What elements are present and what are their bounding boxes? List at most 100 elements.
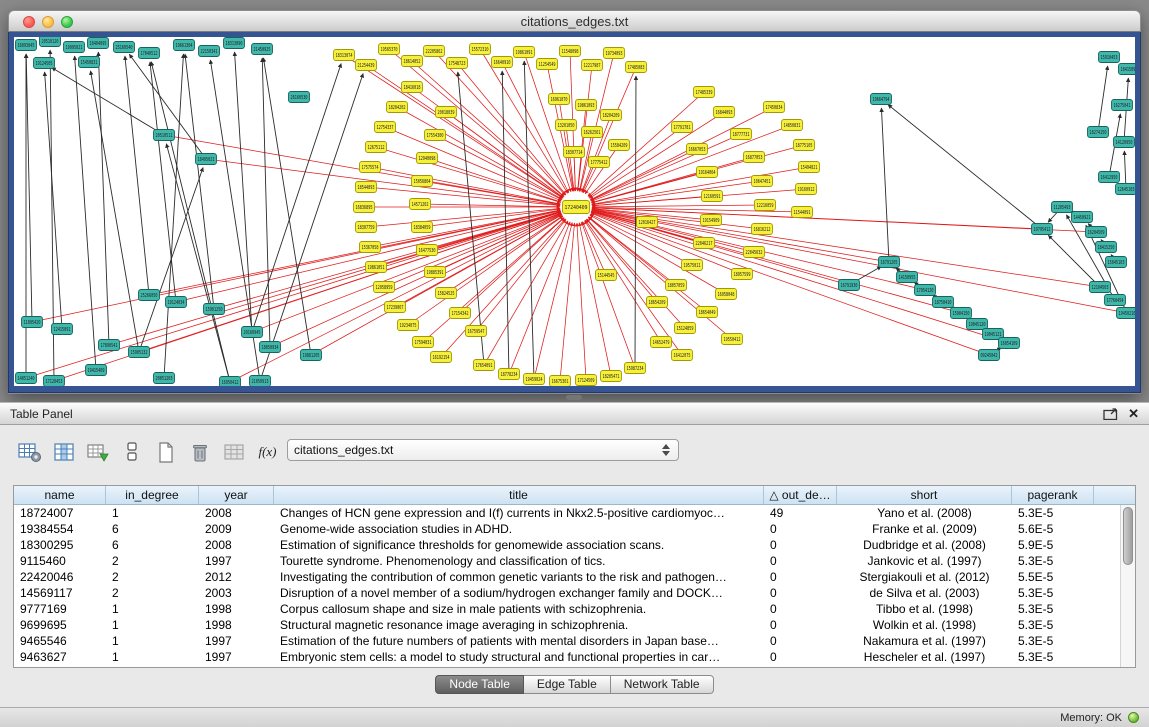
- column-header-year[interactable]: year: [199, 486, 274, 504]
- cell-in_degree[interactable]: 2: [106, 569, 199, 585]
- cell-pagerank[interactable]: 5.3E-5: [1012, 553, 1094, 569]
- cell-title[interactable]: Structural magnetic resonance image aver…: [274, 617, 764, 633]
- cell-short[interactable]: Franke et al. (2009): [837, 521, 1012, 537]
- column-header-title[interactable]: title: [274, 486, 764, 504]
- cell-pagerank[interactable]: 5.3E-5: [1012, 649, 1094, 665]
- table-row[interactable]: 969969511998Structural magnetic resonanc…: [14, 617, 1135, 633]
- cell-out_degree[interactable]: 0: [764, 617, 837, 633]
- table-source-dropdown[interactable]: citations_edges.txt: [287, 439, 679, 461]
- cell-title[interactable]: Estimation of significance thresholds fo…: [274, 537, 764, 553]
- table-row[interactable]: 1456911722003Disruption of a novel membe…: [14, 585, 1135, 601]
- cell-name[interactable]: 9465546: [14, 633, 106, 649]
- close-window-button[interactable]: [23, 16, 35, 28]
- column-header-out_degree[interactable]: △ out_de…: [764, 486, 837, 504]
- close-panel-icon[interactable]: ✕: [1128, 408, 1139, 420]
- table-mode-icon[interactable]: [16, 439, 43, 465]
- minimize-window-button[interactable]: [42, 16, 54, 28]
- table-row[interactable]: 1830029562008Estimation of significance …: [14, 537, 1135, 553]
- table-row[interactable]: 946554611997Estimation of the future num…: [14, 633, 1135, 649]
- cell-title[interactable]: Estimation of the future numbers of pati…: [274, 633, 764, 649]
- cell-out_degree[interactable]: 0: [764, 601, 837, 617]
- cell-title[interactable]: Tourette syndrome. Phenomenology and cla…: [274, 553, 764, 569]
- column-header-in_degree[interactable]: in_degree: [106, 486, 199, 504]
- row-height-icon[interactable]: [118, 439, 145, 465]
- cell-out_degree[interactable]: 49: [764, 505, 837, 521]
- cell-out_degree[interactable]: 0: [764, 553, 837, 569]
- panel-divider-handle[interactable]: [566, 395, 582, 400]
- cell-out_degree[interactable]: 0: [764, 537, 837, 553]
- cell-short[interactable]: Wolkin et al. (1998): [837, 617, 1012, 633]
- cell-short[interactable]: Yano et al. (2008): [837, 505, 1012, 521]
- cell-pagerank[interactable]: 5.5E-5: [1012, 569, 1094, 585]
- edit-table-icon[interactable]: [84, 439, 111, 465]
- cell-short[interactable]: Jankovic et al. (1997): [837, 553, 1012, 569]
- cell-in_degree[interactable]: 1: [106, 505, 199, 521]
- cell-short[interactable]: Hescheler et al. (1997): [837, 649, 1012, 665]
- table-row[interactable]: 2242004622012Investigating the contribut…: [14, 569, 1135, 585]
- cell-title[interactable]: Embryonic stem cells: a model to study s…: [274, 649, 764, 665]
- cell-year[interactable]: 1998: [199, 601, 274, 617]
- function-builder-icon[interactable]: f(x): [254, 439, 281, 465]
- cell-in_degree[interactable]: 1: [106, 633, 199, 649]
- new-document-icon[interactable]: [152, 439, 179, 465]
- column-header-pagerank[interactable]: pagerank: [1012, 486, 1094, 504]
- table-row[interactable]: 911546021997Tourette syndrome. Phenomeno…: [14, 553, 1135, 569]
- cell-year[interactable]: 2008: [199, 537, 274, 553]
- table-row[interactable]: 1938455462009Genome-wide association stu…: [14, 521, 1135, 537]
- table-row[interactable]: 946362711997Embryonic stem cells: a mode…: [14, 649, 1135, 665]
- cell-title[interactable]: Corpus callosum shape and size in male p…: [274, 601, 764, 617]
- cell-year[interactable]: 2008: [199, 505, 274, 521]
- cell-year[interactable]: 1997: [199, 649, 274, 665]
- cell-name[interactable]: 18724007: [14, 505, 106, 521]
- cell-pagerank[interactable]: 5.3E-5: [1012, 633, 1094, 649]
- float-panel-icon[interactable]: [1103, 408, 1118, 420]
- cell-year[interactable]: 2009: [199, 521, 274, 537]
- cell-year[interactable]: 1998: [199, 617, 274, 633]
- cell-out_degree[interactable]: 0: [764, 585, 837, 601]
- cell-short[interactable]: de Silva et al. (2003): [837, 585, 1012, 601]
- cell-in_degree[interactable]: 6: [106, 537, 199, 553]
- delete-icon[interactable]: [186, 439, 213, 465]
- cell-pagerank[interactable]: 5.6E-5: [1012, 521, 1094, 537]
- cell-title[interactable]: Changes of HCN gene expression and I(f) …: [274, 505, 764, 521]
- cell-title[interactable]: Genome-wide association studies in ADHD.: [274, 521, 764, 537]
- cell-in_degree[interactable]: 1: [106, 649, 199, 665]
- column-header-name[interactable]: name: [14, 486, 106, 504]
- cell-name[interactable]: 9115460: [14, 553, 106, 569]
- cell-name[interactable]: 9463627: [14, 649, 106, 665]
- cell-year[interactable]: 1997: [199, 553, 274, 569]
- cell-in_degree[interactable]: 6: [106, 521, 199, 537]
- zoom-window-button[interactable]: [61, 16, 73, 28]
- cell-pagerank[interactable]: 5.3E-5: [1012, 505, 1094, 521]
- cell-in_degree[interactable]: 2: [106, 553, 199, 569]
- cell-name[interactable]: 22420046: [14, 569, 106, 585]
- cell-out_degree[interactable]: 0: [764, 633, 837, 649]
- cell-name[interactable]: 9699695: [14, 617, 106, 633]
- cell-pagerank[interactable]: 5.3E-5: [1012, 601, 1094, 617]
- show-columns-icon[interactable]: [50, 439, 77, 465]
- cell-year[interactable]: 2012: [199, 569, 274, 585]
- cell-in_degree[interactable]: 1: [106, 617, 199, 633]
- table-row[interactable]: 1872400712008Changes of HCN gene express…: [14, 505, 1135, 521]
- tab-node-table[interactable]: Node Table: [435, 675, 524, 694]
- vertical-scrollbar[interactable]: [1120, 505, 1135, 667]
- scrollbar-thumb[interactable]: [1123, 507, 1133, 565]
- cell-in_degree[interactable]: 1: [106, 601, 199, 617]
- cell-out_degree[interactable]: 0: [764, 569, 837, 585]
- cell-short[interactable]: Nakamura et al. (1997): [837, 633, 1012, 649]
- network-graph-canvas[interactable]: 1831307421254439195653701861405222205862…: [14, 37, 1135, 386]
- import-table-icon[interactable]: [220, 439, 247, 465]
- window-titlebar[interactable]: citations_edges.txt: [8, 10, 1141, 32]
- cell-year[interactable]: 1997: [199, 633, 274, 649]
- cell-title[interactable]: Investigating the contribution of common…: [274, 569, 764, 585]
- cell-short[interactable]: Stergiakouli et al. (2012): [837, 569, 1012, 585]
- cell-out_degree[interactable]: 0: [764, 649, 837, 665]
- cell-title[interactable]: Disruption of a novel member of a sodium…: [274, 585, 764, 601]
- cell-name[interactable]: 19384554: [14, 521, 106, 537]
- cell-pagerank[interactable]: 5.9E-5: [1012, 537, 1094, 553]
- tab-edge-table[interactable]: Edge Table: [524, 675, 611, 694]
- cell-out_degree[interactable]: 0: [764, 521, 837, 537]
- table-row[interactable]: 977716911998Corpus callosum shape and si…: [14, 601, 1135, 617]
- cell-in_degree[interactable]: 2: [106, 585, 199, 601]
- cell-name[interactable]: 18300295: [14, 537, 106, 553]
